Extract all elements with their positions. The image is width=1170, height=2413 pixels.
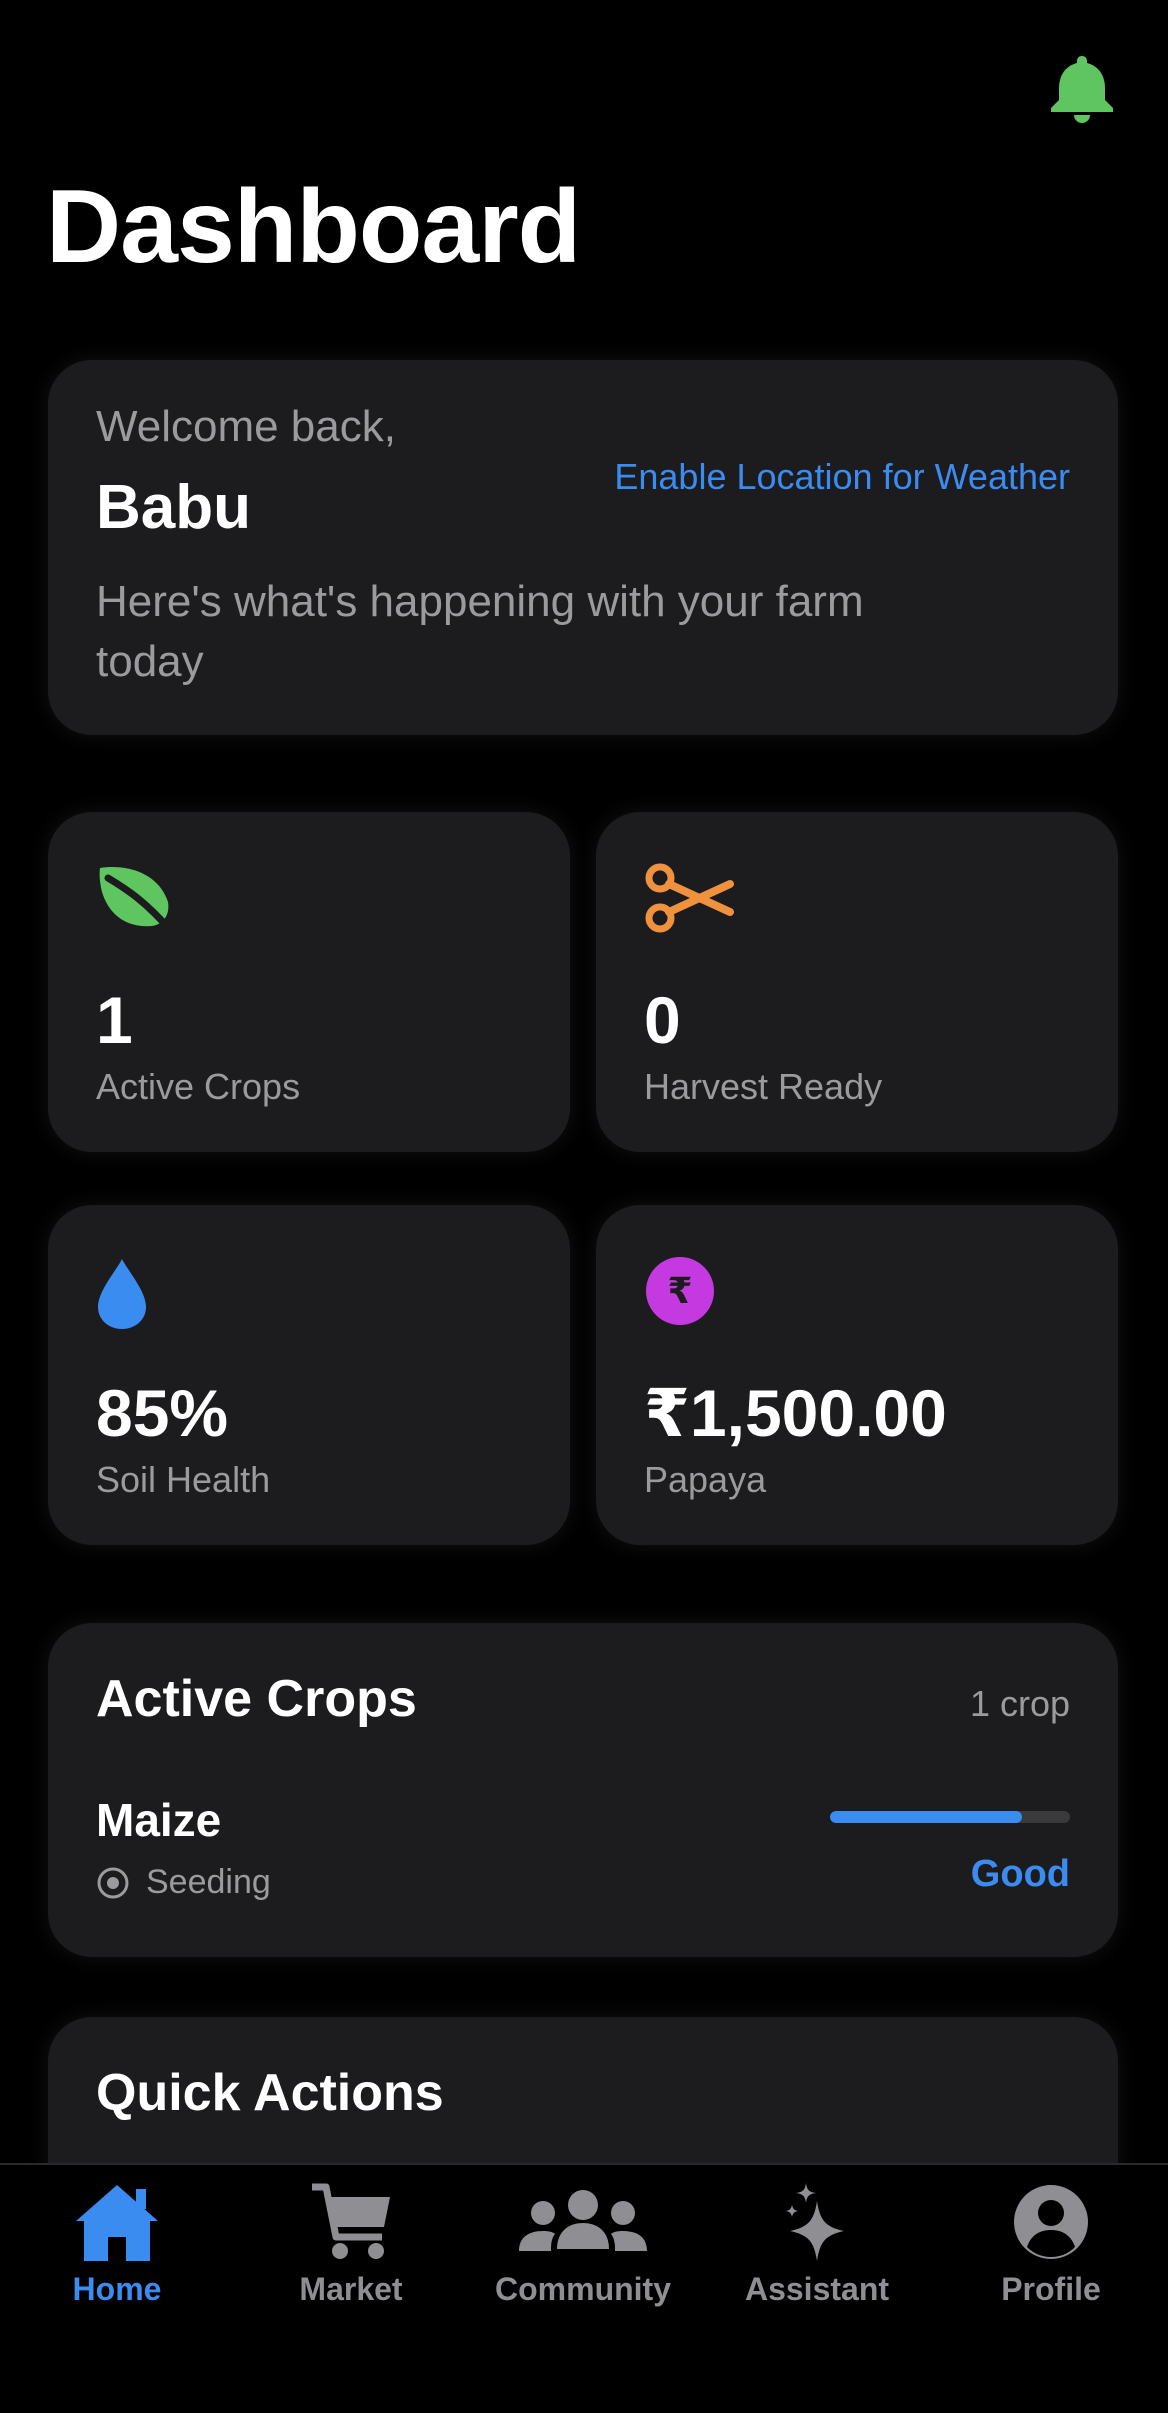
stat-card-active-crops[interactable]: 1 Active Crops bbox=[48, 812, 570, 1152]
stat-card-papaya[interactable]: ₹ ₹1,500.00 Papaya bbox=[596, 1205, 1118, 1545]
crop-stage: Seeding bbox=[96, 1863, 271, 1902]
tab-label: Market bbox=[299, 2271, 403, 2307]
stat-label: Papaya bbox=[644, 1459, 767, 1500]
stat-card-harvest-ready[interactable]: 0 Harvest Ready bbox=[596, 812, 1118, 1152]
tab-label: Home bbox=[72, 2271, 162, 2307]
profile-icon bbox=[1014, 2185, 1088, 2259]
tab-assistant[interactable]: Assistant bbox=[700, 2179, 934, 2319]
home-icon bbox=[76, 2185, 158, 2261]
user-name: Babu bbox=[96, 473, 251, 542]
leaf-icon bbox=[99, 867, 174, 934]
crop-health-bar bbox=[830, 1811, 1070, 1823]
crop-health-fill bbox=[830, 1811, 1022, 1823]
page-title: Dashboard bbox=[46, 169, 581, 285]
stat-value: 85% bbox=[96, 1376, 229, 1450]
sparkles-icon bbox=[786, 2183, 844, 2261]
stat-value: 1 bbox=[96, 983, 133, 1057]
crop-health-rating: Good bbox=[970, 1853, 1070, 1895]
tab-bar: Home Market Community Assistant Profile bbox=[0, 2163, 1168, 2413]
scissors-icon bbox=[645, 863, 734, 933]
tab-label: Assistant bbox=[744, 2271, 890, 2307]
stat-card-soil-health[interactable]: 85% Soil Health bbox=[48, 1205, 570, 1545]
cart-icon bbox=[312, 2183, 390, 2259]
bell-icon[interactable] bbox=[1047, 52, 1117, 124]
crop-stage-label: Seeding bbox=[146, 1863, 271, 1901]
active-crops-title: Active Crops bbox=[96, 1670, 417, 1728]
tab-community[interactable]: Community bbox=[466, 2179, 700, 2319]
tab-profile[interactable]: Profile bbox=[934, 2179, 1168, 2319]
people-icon bbox=[519, 2190, 647, 2251]
app-screen: Dashboard Welcome back, Babu Enable Loca… bbox=[0, 0, 1168, 2413]
svg-text:₹: ₹ bbox=[667, 1271, 692, 1312]
tab-home[interactable]: Home bbox=[0, 2179, 234, 2319]
welcome-subtitle: Here's what's happening with your farm t… bbox=[96, 577, 864, 686]
rupee-icon: ₹ bbox=[646, 1257, 714, 1325]
active-crops-card: Active Crops 1 crop Maize Seeding Good bbox=[48, 1623, 1118, 1957]
enable-location-link[interactable]: Enable Location for Weather bbox=[614, 456, 1070, 498]
tab-label: Profile bbox=[1001, 2271, 1101, 2307]
welcome-card: Welcome back, Babu Enable Location for W… bbox=[48, 360, 1118, 735]
tab-label: Community bbox=[495, 2271, 671, 2307]
welcome-greeting: Welcome back, bbox=[96, 402, 396, 451]
quick-actions-title: Quick Actions bbox=[96, 2064, 444, 2122]
stat-value: ₹1,500.00 bbox=[644, 1376, 947, 1450]
crop-count: 1 crop bbox=[969, 1683, 1070, 1724]
stat-label: Harvest Ready bbox=[644, 1066, 883, 1107]
target-icon bbox=[97, 1867, 129, 1898]
water-drop-icon bbox=[98, 1259, 146, 1329]
stat-value: 0 bbox=[644, 983, 681, 1057]
tab-market[interactable]: Market bbox=[234, 2179, 468, 2319]
stat-label: Active Crops bbox=[96, 1066, 301, 1107]
crop-name: Maize bbox=[96, 1794, 222, 1846]
stat-label: Soil Health bbox=[96, 1459, 271, 1500]
